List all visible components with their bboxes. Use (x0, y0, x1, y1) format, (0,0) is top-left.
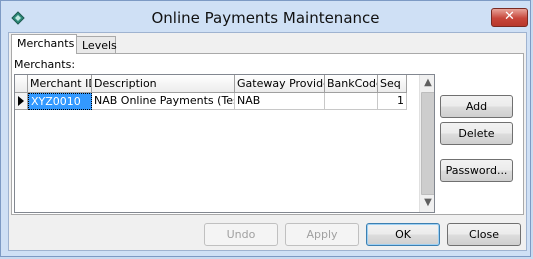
scroll-down-icon[interactable]: ▼ (420, 195, 434, 211)
column-header-seq[interactable]: Seq (378, 75, 407, 93)
merchants-label: Merchants: (14, 58, 76, 71)
tab-levels[interactable]: Levels (76, 36, 117, 54)
cell-merchant-id[interactable]: XYZ0010 (28, 93, 92, 110)
cell-bankcode[interactable] (325, 93, 378, 110)
title-bar[interactable]: Online Payments Maintenance ✕ (1, 1, 530, 33)
add-button[interactable]: Add (440, 95, 513, 118)
grid-vertical-scrollbar[interactable]: ▲ ▼ (419, 75, 434, 212)
undo-button[interactable]: Undo (204, 223, 278, 246)
window-close-button[interactable]: ✕ (491, 8, 528, 27)
close-button[interactable]: Close (447, 223, 521, 246)
cell-gateway-provider[interactable]: NAB (235, 93, 325, 110)
column-header-bankcode[interactable]: BankCode (325, 75, 378, 93)
password-button[interactable]: Password... (440, 159, 513, 182)
close-icon: ✕ (504, 9, 515, 24)
dialog-window: Online Payments Maintenance ✕ Merchants … (0, 0, 531, 257)
merchants-grid[interactable]: Merchant ID Description Gateway Provider… (14, 74, 435, 213)
scroll-thumb[interactable] (421, 92, 434, 195)
row-indicator[interactable] (15, 93, 28, 110)
column-header-description[interactable]: Description (92, 75, 235, 93)
window-title: Online Payments Maintenance (151, 9, 380, 27)
cell-description[interactable]: NAB Online Payments (Test) (92, 93, 235, 110)
tab-merchants[interactable]: Merchants (11, 34, 77, 54)
apply-button[interactable]: Apply (285, 223, 359, 246)
row-indicator-header (15, 75, 28, 93)
client-area: Merchants Levels Merchants: Merchant ID … (8, 32, 527, 251)
merchants-tab-page: Merchants: Merchant ID Description Gatew… (11, 53, 524, 215)
column-header-gateway-provider[interactable]: Gateway Provider (235, 75, 325, 93)
ok-button[interactable]: OK (366, 223, 440, 246)
scroll-up-icon[interactable]: ▲ (420, 75, 434, 91)
column-header-merchant-id[interactable]: Merchant ID (28, 75, 92, 93)
cell-seq[interactable]: 1 (378, 93, 407, 110)
delete-button[interactable]: Delete (440, 122, 513, 145)
current-row-arrow-icon (18, 96, 24, 106)
